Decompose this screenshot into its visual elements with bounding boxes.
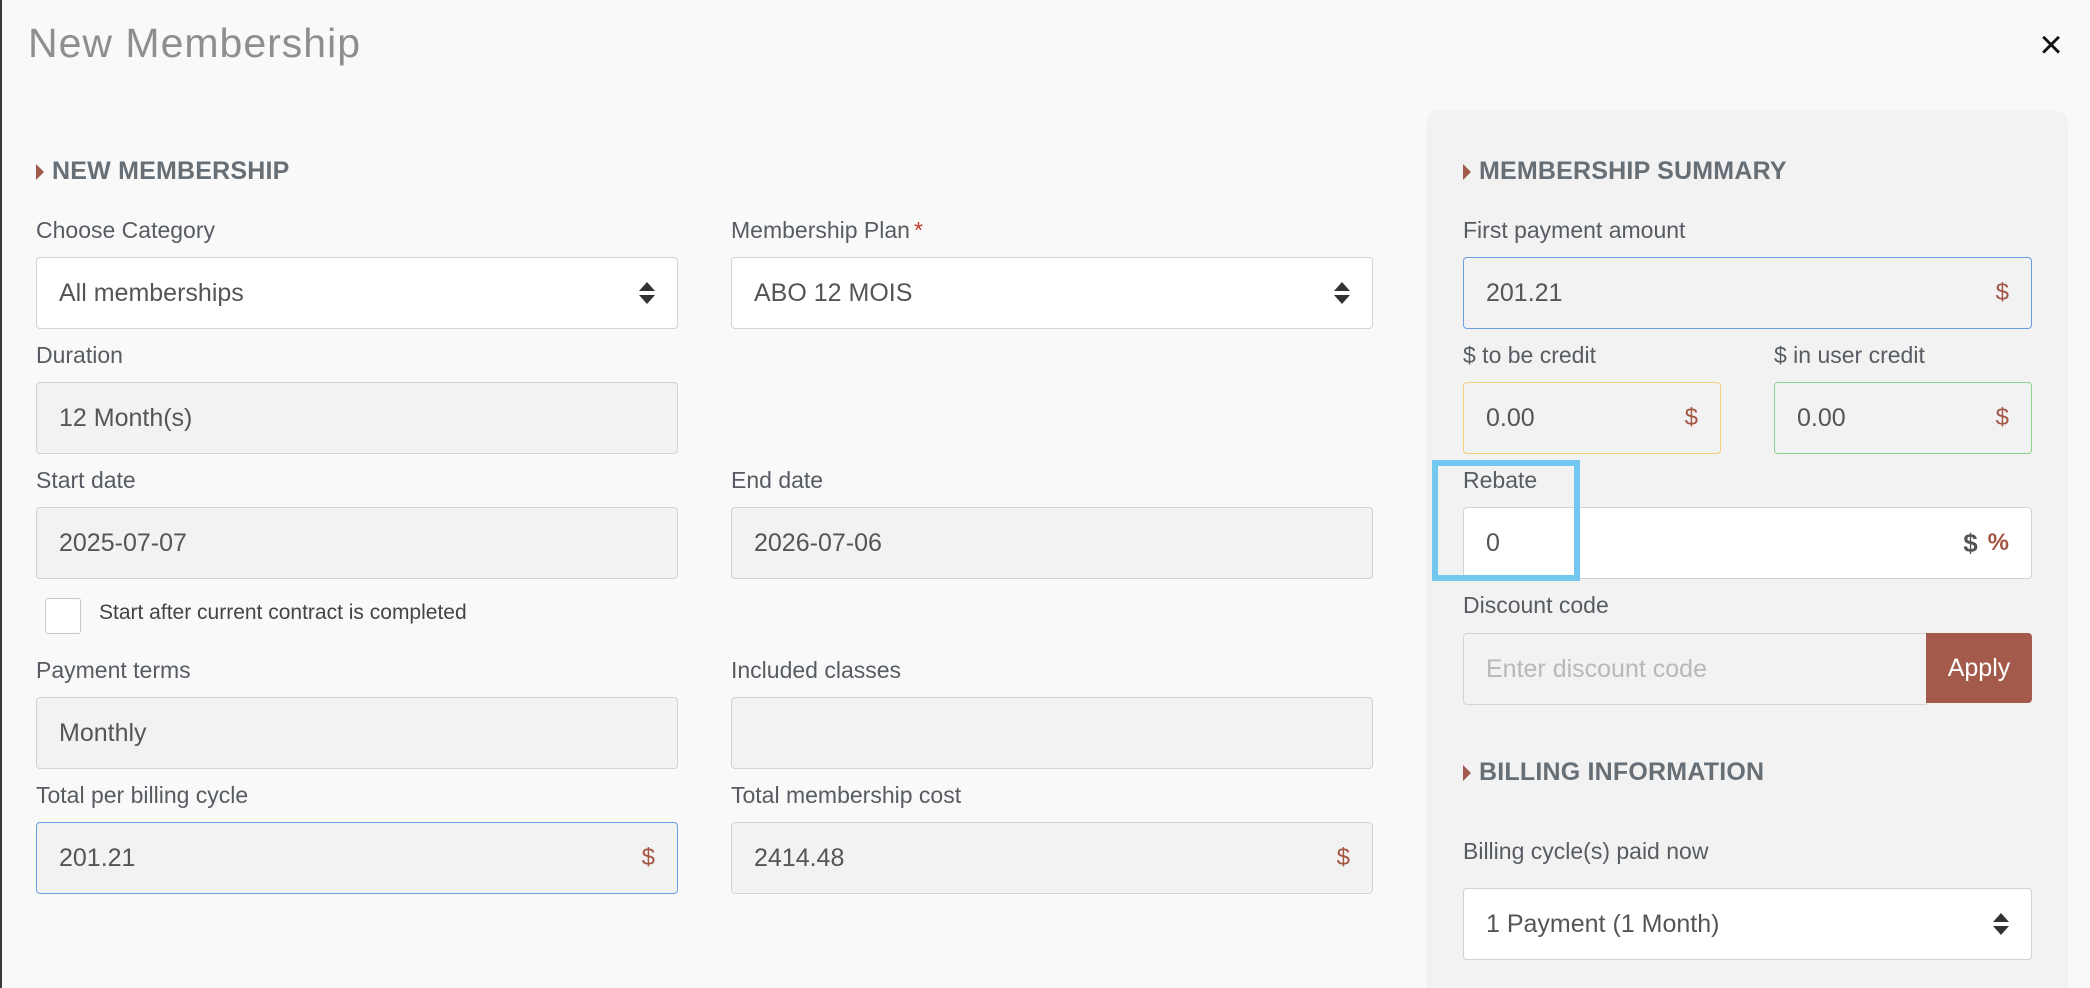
modal-title: New Membership (28, 20, 361, 66)
total-per-billing-cycle-value: 201.21 (59, 843, 136, 872)
duration-value: 12 Month(s) (59, 403, 193, 432)
billing-cycles-value: 1 Payment (1 Month) (1486, 909, 1720, 938)
window-edge (0, 0, 2, 988)
membership-plan-select[interactable]: ABO 12 MOIS (731, 257, 1373, 329)
rebate-percent-toggle[interactable]: % (1988, 529, 2009, 557)
first-payment-label: First payment amount (1463, 217, 1686, 243)
total-membership-cost-value: 2414.48 (754, 843, 845, 872)
total-membership-cost-label: Total membership cost (731, 782, 962, 808)
discount-code-label: Discount code (1463, 592, 1609, 618)
rebate-dollar-toggle[interactable]: $ (1963, 528, 1977, 559)
section-header-billing-information: BILLING INFORMATION (1463, 758, 1764, 787)
select-arrows-icon (639, 282, 655, 304)
in-user-credit-label: $ in user credit (1774, 342, 1925, 368)
caret-right-icon (1463, 163, 1471, 180)
section-header-label: BILLING INFORMATION (1479, 758, 1765, 786)
dollar-icon: $ (641, 844, 655, 871)
dollar-icon: $ (1336, 844, 1350, 871)
discount-code-input-wrapper[interactable] (1463, 633, 1927, 705)
membership-plan-value: ABO 12 MOIS (754, 278, 913, 307)
start-date-field: 2025-07-07 (36, 507, 678, 579)
dollar-icon: $ (1995, 279, 2009, 306)
to-be-credit-value: 0.00 (1486, 403, 1535, 432)
to-be-credit-label: $ to be credit (1463, 342, 1596, 368)
start-date-label: Start date (36, 467, 136, 493)
to-be-credit-field[interactable]: 0.00 $ (1463, 382, 1721, 454)
end-date-value: 2026-07-06 (754, 528, 882, 557)
total-per-billing-cycle-label: Total per billing cycle (36, 782, 249, 808)
section-header-membership-summary: MEMBERSHIP SUMMARY (1463, 157, 1787, 186)
first-payment-value: 201.21 (1486, 278, 1563, 307)
membership-plan-label-text: Membership Plan (731, 217, 910, 243)
rebate-label: Rebate (1463, 467, 1538, 493)
section-header-label: NEW MEMBERSHIP (52, 157, 290, 185)
start-after-contract-checkbox[interactable] (45, 598, 81, 634)
total-per-billing-cycle-field[interactable]: 201.21 $ (36, 822, 678, 894)
select-arrows-icon (1993, 913, 2009, 935)
choose-category-value: All memberships (59, 278, 244, 307)
start-date-value: 2025-07-07 (59, 528, 187, 557)
first-payment-field[interactable]: 201.21 $ (1463, 257, 2032, 329)
in-user-credit-value: 0.00 (1797, 403, 1846, 432)
rebate-value: 0 (1486, 528, 1500, 557)
section-header-new-membership: NEW MEMBERSHIP (36, 157, 290, 186)
dollar-icon: $ (1995, 404, 2009, 431)
payment-terms-field: Monthly (36, 697, 678, 769)
dollar-icon: $ (1684, 404, 1698, 431)
select-arrows-icon (1334, 282, 1350, 304)
billing-cycles-select[interactable]: 1 Payment (1 Month) (1463, 888, 2032, 960)
duration-label: Duration (36, 342, 123, 368)
payment-terms-value: Monthly (59, 718, 147, 747)
caret-right-icon (36, 163, 44, 180)
caret-right-icon (1463, 764, 1471, 781)
choose-category-label: Choose Category (36, 217, 215, 243)
rebate-field[interactable]: 0 $ % (1463, 507, 2032, 579)
end-date-field: 2026-07-06 (731, 507, 1373, 579)
section-header-label: MEMBERSHIP SUMMARY (1479, 157, 1787, 185)
start-after-contract-label: Start after current contract is complete… (99, 601, 467, 624)
duration-field: 12 Month(s) (36, 382, 678, 454)
close-button[interactable]: × (2032, 25, 2070, 65)
choose-category-select[interactable]: All memberships (36, 257, 678, 329)
in-user-credit-field: 0.00 $ (1774, 382, 2032, 454)
discount-code-input[interactable] (1486, 654, 1904, 684)
total-membership-cost-field: 2414.48 $ (731, 822, 1373, 894)
end-date-label: End date (731, 467, 824, 493)
included-classes-field (731, 697, 1373, 769)
included-classes-label: Included classes (731, 657, 902, 683)
apply-button[interactable]: Apply (1926, 633, 2032, 703)
membership-plan-label: Membership Plan * (731, 217, 923, 244)
required-mark: * (913, 217, 923, 243)
payment-terms-label: Payment terms (36, 657, 191, 683)
billing-cycles-label: Billing cycle(s) paid now (1463, 838, 1709, 864)
